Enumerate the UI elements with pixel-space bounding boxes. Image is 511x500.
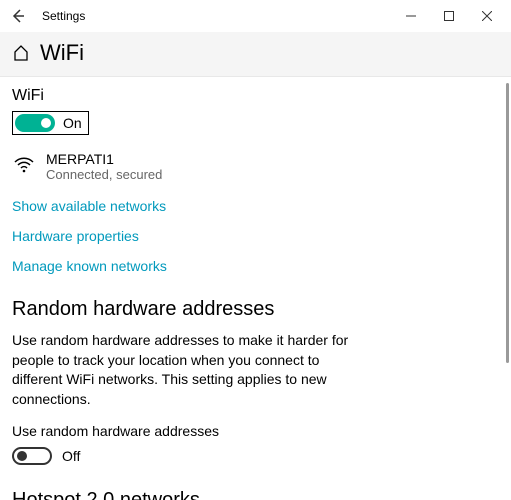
back-arrow-icon bbox=[10, 8, 26, 24]
wifi-section-title: WiFi bbox=[12, 87, 495, 105]
page-header: WiFi bbox=[0, 32, 511, 77]
wifi-toggle[interactable] bbox=[15, 114, 55, 132]
random-hw-toggle[interactable] bbox=[12, 447, 52, 465]
content-area: WiFi On MERPATI1 Connected, secured Show… bbox=[0, 77, 511, 500]
wifi-signal-icon bbox=[12, 153, 36, 177]
hardware-properties-link[interactable]: Hardware properties bbox=[12, 228, 495, 244]
close-button[interactable] bbox=[471, 2, 503, 30]
maximize-button[interactable] bbox=[433, 2, 465, 30]
wifi-toggle-label: On bbox=[63, 115, 82, 131]
network-status: Connected, secured bbox=[46, 167, 162, 182]
network-name: MERPATI1 bbox=[46, 151, 162, 167]
titlebar: Settings bbox=[0, 0, 511, 32]
random-hw-description: Use random hardware addresses to make it… bbox=[12, 331, 372, 409]
random-hw-sub-label: Use random hardware addresses bbox=[12, 423, 495, 439]
minimize-icon bbox=[406, 11, 416, 21]
page-title: WiFi bbox=[40, 40, 84, 66]
maximize-icon bbox=[444, 11, 454, 21]
minimize-button[interactable] bbox=[395, 2, 427, 30]
random-hw-heading: Random hardware addresses bbox=[12, 298, 495, 321]
window-title: Settings bbox=[42, 9, 85, 23]
random-hw-toggle-label: Off bbox=[62, 448, 80, 464]
manage-known-networks-link[interactable]: Manage known networks bbox=[12, 258, 495, 274]
home-icon[interactable] bbox=[12, 44, 30, 62]
back-button[interactable] bbox=[8, 6, 28, 26]
close-icon bbox=[482, 11, 492, 21]
show-available-networks-link[interactable]: Show available networks bbox=[12, 198, 495, 214]
wifi-toggle-highlight: On bbox=[12, 111, 89, 135]
scrollbar[interactable] bbox=[506, 83, 509, 363]
current-network[interactable]: MERPATI1 Connected, secured bbox=[12, 151, 495, 182]
hotspot-heading: Hotspot 2.0 networks bbox=[12, 489, 495, 500]
